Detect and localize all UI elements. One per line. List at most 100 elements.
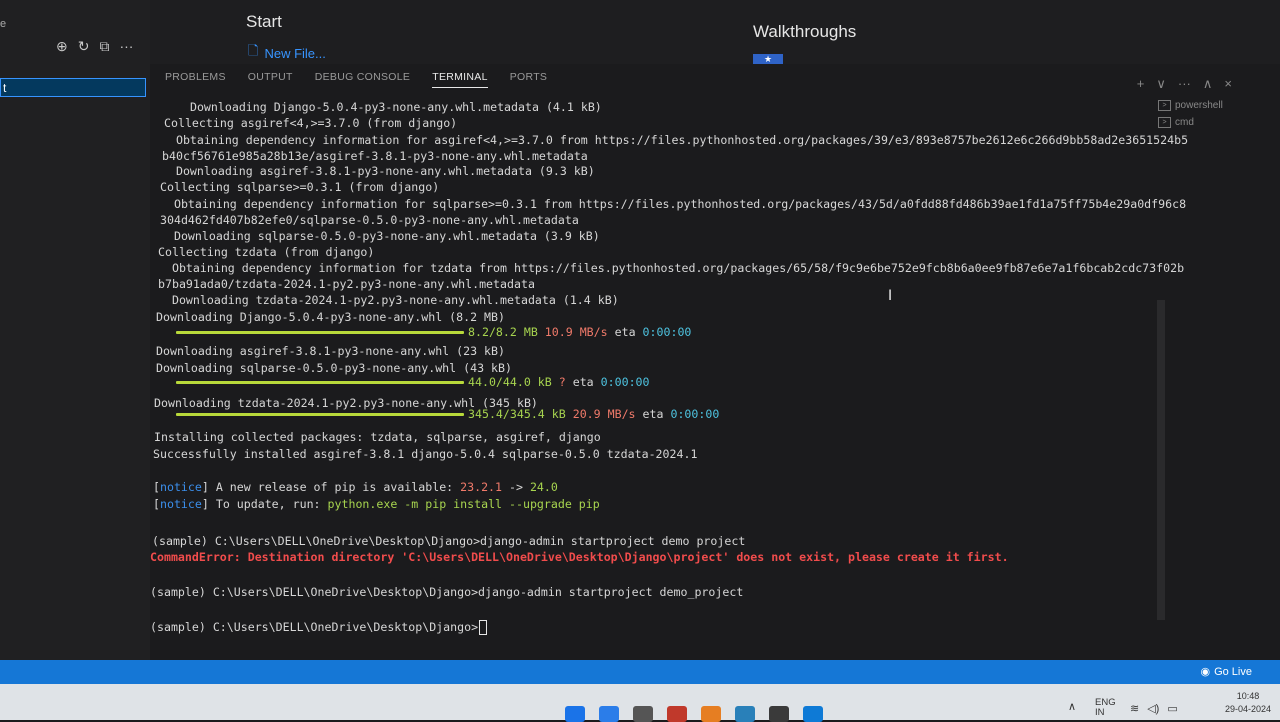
terminal-line: Downloading Django-5.0.4-py3-none-any.wh… bbox=[156, 310, 506, 324]
panel-tab-bar: PROBLEMS OUTPUT DEBUG CONSOLE TERMINAL P… bbox=[150, 64, 1220, 90]
progress-eta: 0:00:00 bbox=[600, 375, 650, 389]
terminal-icon: > bbox=[1158, 117, 1171, 128]
terminal-line: Collecting tzdata (from django) bbox=[158, 245, 375, 259]
progress-size: 8.2/8.2 MB bbox=[468, 325, 538, 339]
terminal-line: Obtaining dependency information for tzd… bbox=[158, 261, 1185, 275]
progress-line: 44.0/44.0 kB ? eta 0:00:00 bbox=[176, 375, 650, 390]
notice-tag: notice bbox=[159, 480, 202, 494]
collapse-icon[interactable]: ⧉ bbox=[99, 38, 109, 55]
system-tray: ≋ ◁) ▭ bbox=[1130, 702, 1178, 715]
notice-text: To update, run: bbox=[208, 497, 328, 511]
region-code: IN bbox=[1095, 707, 1105, 718]
refresh-icon[interactable]: ↻ bbox=[78, 38, 90, 55]
progress-speed: 10.9 MB/s bbox=[544, 325, 608, 339]
language-indicator[interactable]: ENG IN bbox=[1095, 698, 1116, 718]
terminal-output[interactable]: Downloading Django-5.0.4-py3-none-any.wh… bbox=[150, 96, 1188, 656]
status-bar: ◉ Go Live bbox=[0, 660, 1280, 684]
progress-bar bbox=[176, 413, 464, 416]
terminal-instance-cmd[interactable]: > cmd bbox=[1158, 117, 1268, 128]
volume-icon[interactable]: ◁) bbox=[1147, 702, 1159, 715]
go-live-label: Go Live bbox=[1214, 665, 1252, 678]
wifi-icon[interactable]: ≋ bbox=[1130, 702, 1139, 715]
terminal-line: Downloading asgiref-3.8.1-py3-none-any.w… bbox=[156, 344, 506, 358]
panel-actions: + ∨ ··· ∧ × bbox=[1137, 76, 1232, 92]
go-live-button[interactable]: ◉ Go Live bbox=[1200, 665, 1252, 679]
explorer-toolbar: ⊕ ↻ ⧉ ··· bbox=[56, 38, 133, 55]
prompt-text: (sample) C:\Users\DELL\OneDrive\Desktop\… bbox=[150, 620, 479, 634]
terminal-line: Downloading asgiref-3.8.1-py3-none-any.w… bbox=[162, 164, 595, 178]
pip-old-version: 23.2.1 bbox=[460, 480, 503, 494]
terminal-scrollbar[interactable] bbox=[1157, 300, 1165, 620]
explorer-sidebar: e ⊕ ↻ ⧉ ··· t bbox=[0, 0, 150, 680]
windows-taskbar: ∧ ENG IN ≋ ◁) ▭ 10:48 29-04-2024 bbox=[0, 684, 1280, 722]
progress-eta: 0:00:00 bbox=[670, 407, 720, 421]
version-arrow: -> bbox=[502, 480, 530, 494]
clock-time: 10:48 bbox=[1236, 691, 1260, 701]
progress-eta: 0:00:00 bbox=[642, 325, 692, 339]
start-heading: Start bbox=[246, 12, 282, 31]
terminal-line: Downloading Django-5.0.4-py3-none-any.wh… bbox=[176, 100, 602, 114]
error-line: CommandError: Destination directory 'C:\… bbox=[150, 550, 1009, 564]
notice-text: A new release of pip is available: bbox=[208, 480, 461, 494]
terminal-dropdown-icon[interactable]: ∨ bbox=[1156, 76, 1166, 92]
notice-tag: notice bbox=[159, 497, 202, 511]
taskbar-clock[interactable]: 10:48 29-04-2024 bbox=[1225, 690, 1271, 716]
terminal-instance-list: > powershell > cmd bbox=[1158, 100, 1268, 134]
progress-line: 345.4/345.4 kB 20.9 MB/s eta 0:00:00 bbox=[176, 407, 719, 422]
terminal-line: Downloading sqlparse-0.5.0-py3-none-any.… bbox=[156, 361, 512, 375]
pip-notice-line: [notice] A new release of pip is availab… bbox=[153, 480, 558, 494]
progress-eta-label: eta bbox=[572, 375, 594, 389]
terminal-line: Successfully installed asgiref-3.8.1 dja… bbox=[153, 447, 698, 461]
tab-problems[interactable]: PROBLEMS bbox=[165, 67, 226, 87]
terminal-instance-label: cmd bbox=[1175, 117, 1194, 128]
text-cursor bbox=[479, 620, 488, 635]
terminal-line: Installing collected packages: tzdata, s… bbox=[154, 430, 601, 444]
terminal-line: 304d462fd407b82efe0/sqlparse-0.5.0-py3-n… bbox=[160, 213, 579, 227]
more-icon[interactable]: ··· bbox=[119, 38, 133, 55]
battery-icon[interactable]: ▭ bbox=[1167, 702, 1177, 715]
new-file-label: New File... bbox=[264, 45, 326, 61]
welcome-page: Start 🗋 New File... Walkthroughs ★ bbox=[150, 0, 1280, 64]
progress-eta-label: eta bbox=[614, 325, 636, 339]
prompt-line[interactable]: (sample) C:\Users\DELL\OneDrive\Desktop\… bbox=[150, 620, 488, 635]
progress-bar bbox=[176, 331, 464, 334]
file-icon: 🗋 bbox=[248, 43, 259, 58]
new-terminal-icon[interactable]: + bbox=[1137, 76, 1145, 92]
show-hidden-icons-icon[interactable]: ∧ bbox=[1068, 700, 1076, 713]
clock-date: 29-04-2024 bbox=[1225, 704, 1272, 714]
maximize-panel-icon[interactable]: ∧ bbox=[1203, 76, 1213, 92]
close-panel-icon[interactable]: × bbox=[1224, 76, 1232, 92]
new-file-link[interactable]: 🗋 New File... bbox=[248, 42, 326, 64]
command-line: (sample) C:\Users\DELL\OneDrive\Desktop\… bbox=[150, 585, 744, 599]
pip-upgrade-command: python.exe -m pip install --upgrade pip bbox=[327, 497, 600, 511]
progress-line: 8.2/8.2 MB 10.9 MB/s eta 0:00:00 bbox=[176, 325, 691, 340]
terminal-line: Obtaining dependency information for asg… bbox=[162, 133, 1189, 147]
explorer-selected-item[interactable]: t bbox=[0, 78, 146, 97]
progress-eta-label: eta bbox=[642, 407, 664, 421]
more-actions-icon[interactable]: ··· bbox=[1178, 76, 1191, 92]
tab-debug-console[interactable]: DEBUG CONSOLE bbox=[315, 67, 411, 87]
tab-ports[interactable]: PORTS bbox=[510, 67, 547, 87]
sidebar-edge-text: e bbox=[0, 18, 7, 30]
terminal-line: Collecting asgiref<4,>=3.7.0 (from djang… bbox=[164, 116, 458, 130]
terminal-instance-powershell[interactable]: > powershell bbox=[1158, 100, 1268, 111]
terminal-line: Collecting sqlparse>=0.3.1 (from django) bbox=[160, 180, 440, 194]
progress-size: 345.4/345.4 kB bbox=[468, 407, 566, 421]
progress-speed: ? bbox=[558, 375, 566, 389]
command-line: (sample) C:\Users\DELL\OneDrive\Desktop\… bbox=[152, 534, 746, 548]
broadcast-icon: ◉ bbox=[1200, 666, 1211, 678]
new-file-icon[interactable]: ⊕ bbox=[56, 38, 68, 55]
terminal-icon: > bbox=[1158, 100, 1171, 111]
terminal-line: Downloading sqlparse-0.5.0-py3-none-any.… bbox=[160, 229, 600, 243]
tab-output[interactable]: OUTPUT bbox=[248, 67, 293, 87]
terminal-instance-label: powershell bbox=[1175, 100, 1223, 111]
terminal-line: Obtaining dependency information for sql… bbox=[160, 197, 1187, 211]
tab-terminal[interactable]: TERMINAL bbox=[432, 67, 488, 88]
progress-bar bbox=[176, 381, 464, 384]
walkthroughs-heading: Walkthroughs bbox=[753, 22, 857, 41]
terminal-line: b7ba91ada0/tzdata-2024.1-py2.py3-none-an… bbox=[158, 277, 535, 291]
mouse-cursor-icon: I bbox=[888, 288, 893, 304]
progress-speed: 20.9 MB/s bbox=[572, 407, 636, 421]
star-icon[interactable]: ★ bbox=[753, 54, 783, 64]
terminal-line: b40cf56761e985a28b13e/asgiref-3.8.1-py3-… bbox=[162, 149, 588, 163]
